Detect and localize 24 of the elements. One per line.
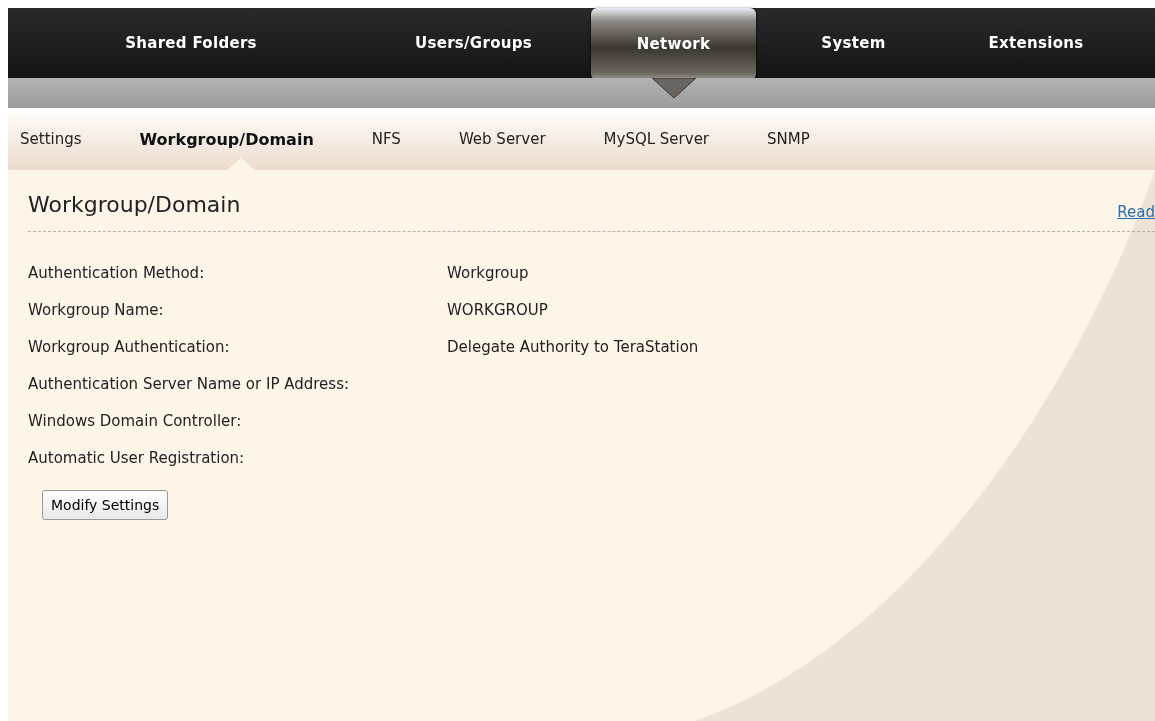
field-label: Workgroup Authentication: <box>28 338 231 357</box>
field-label: Workgroup Name: <box>28 301 165 320</box>
field-value: Delegate Authority to TeraStation <box>447 338 700 357</box>
modify-settings-button[interactable]: Modify Settings <box>42 490 169 520</box>
field-label: Automatic User Registration: <box>28 449 246 468</box>
help-link[interactable]: Read <box>1117 203 1155 221</box>
nav-tab[interactable]: Network <box>591 8 756 80</box>
nav-tab[interactable]: System <box>756 8 951 78</box>
sub-tab[interactable]: Web Server <box>458 108 574 170</box>
sub-tab[interactable]: MySQL Server <box>603 108 738 170</box>
sub-tab[interactable]: SNMP <box>767 108 838 170</box>
field-label: Windows Domain Controller: <box>28 412 243 431</box>
field-value: WORKGROUP <box>447 301 549 320</box>
field-label: Authentication Method: <box>28 264 206 283</box>
nav-tab[interactable]: Extensions <box>951 8 1121 78</box>
field-label: Authentication Server Name or IP Address: <box>28 375 350 394</box>
nav-tab[interactable]: Shared Folders <box>26 8 356 78</box>
nav-tab[interactable]: Users/Groups <box>356 8 591 78</box>
pointer-icon <box>651 78 696 98</box>
sub-tab[interactable]: Settings <box>20 108 110 170</box>
field-value: Workgroup <box>447 264 530 283</box>
sub-tab[interactable]: NFS <box>371 108 429 170</box>
page-title: Workgroup/Domain <box>28 192 241 217</box>
sub-tab[interactable]: Workgroup/Domain <box>139 108 342 170</box>
